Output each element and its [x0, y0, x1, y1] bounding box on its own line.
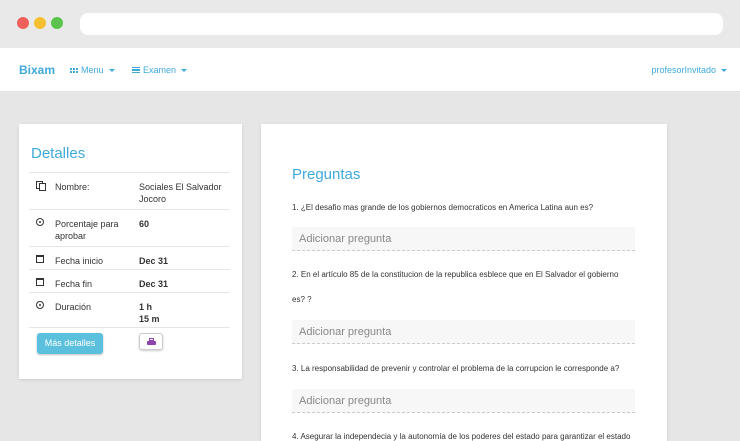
duration-hours: 1 h: [139, 302, 153, 312]
detail-label: Porcentaje para aprobar: [55, 219, 119, 241]
questions-title: Preguntas: [292, 166, 361, 183]
top-navbar: Bixam Menu Examen profesorInvitado: [0, 48, 740, 92]
question-text: 4. Asegurar la independecia y la autonom…: [292, 432, 631, 441]
calendar-icon: [35, 278, 44, 287]
close-window-button[interactable]: [17, 17, 29, 29]
caret-down-icon: [108, 68, 115, 72]
detail-row-start-date: Fecha inicio Dec 31: [29, 246, 230, 269]
grid-icon: [70, 67, 78, 73]
question-text-continued: es? ?: [292, 295, 312, 304]
question-text: 3. La responsabilidad de prevenir y cont…: [292, 364, 620, 373]
copy-icon: [35, 181, 46, 191]
circle-dot-icon: [35, 301, 44, 310]
printer-icon: [147, 338, 156, 346]
menu-label: Menu: [81, 65, 104, 75]
add-question-input[interactable]: Adicionar pregunta: [292, 389, 635, 413]
list-icon: [132, 66, 140, 74]
brand-logo[interactable]: Bixam: [19, 63, 55, 77]
detail-label: Fecha inicio: [55, 256, 104, 266]
detail-label: Nombre:: [55, 182, 90, 192]
detail-row-duration: Duración 1 h 15 m: [29, 292, 230, 327]
address-bar[interactable]: [80, 13, 723, 35]
add-question-input[interactable]: Adicionar pregunta: [292, 320, 635, 344]
detail-label: Duración: [55, 302, 92, 312]
detail-value: 60: [139, 219, 150, 229]
user-dropdown[interactable]: profesorInvitado: [651, 65, 727, 75]
user-label: profesorInvitado: [651, 65, 716, 75]
detail-row-passing-percentage: Porcentaje para aprobar 60: [29, 209, 230, 246]
minimize-window-button[interactable]: [34, 17, 46, 29]
detail-row-end-date: Fecha fin Dec 31: [29, 269, 230, 292]
divider: [29, 327, 230, 328]
circle-dot-icon: [35, 218, 44, 227]
calendar-icon: [35, 255, 44, 264]
detail-row-name: Nombre: Sociales El Salvador Jocoro: [29, 172, 230, 209]
menu-dropdown[interactable]: Menu: [70, 65, 115, 75]
caret-down-icon: [721, 68, 727, 72]
detail-label: Fecha fin: [55, 279, 93, 289]
question-text: 1. ¿El desafio mas grande de los gobiern…: [292, 203, 594, 212]
detail-value: Sociales El Salvador Jocoro: [139, 182, 222, 204]
caret-down-icon: [181, 68, 188, 72]
exam-label: Examen: [143, 65, 177, 75]
details-title: Detalles: [31, 145, 86, 162]
questions-card: Preguntas 1. ¿El desafio mas grande de l…: [261, 124, 667, 441]
detail-value: 1 h 15 m: [139, 301, 229, 325]
maximize-window-button[interactable]: [51, 17, 63, 29]
exam-dropdown[interactable]: Examen: [132, 65, 188, 75]
duration-minutes: 15 m: [139, 314, 160, 324]
browser-chrome: [0, 0, 740, 48]
question-text: 2. En el artículo 85 de la constitucion …: [292, 270, 619, 279]
detail-value: Dec 31: [139, 279, 169, 289]
more-details-button[interactable]: Más detalles: [37, 333, 103, 354]
detail-value: Dec 31: [139, 256, 169, 266]
print-button[interactable]: [139, 333, 163, 350]
add-question-input[interactable]: Adicionar pregunta: [292, 227, 635, 251]
